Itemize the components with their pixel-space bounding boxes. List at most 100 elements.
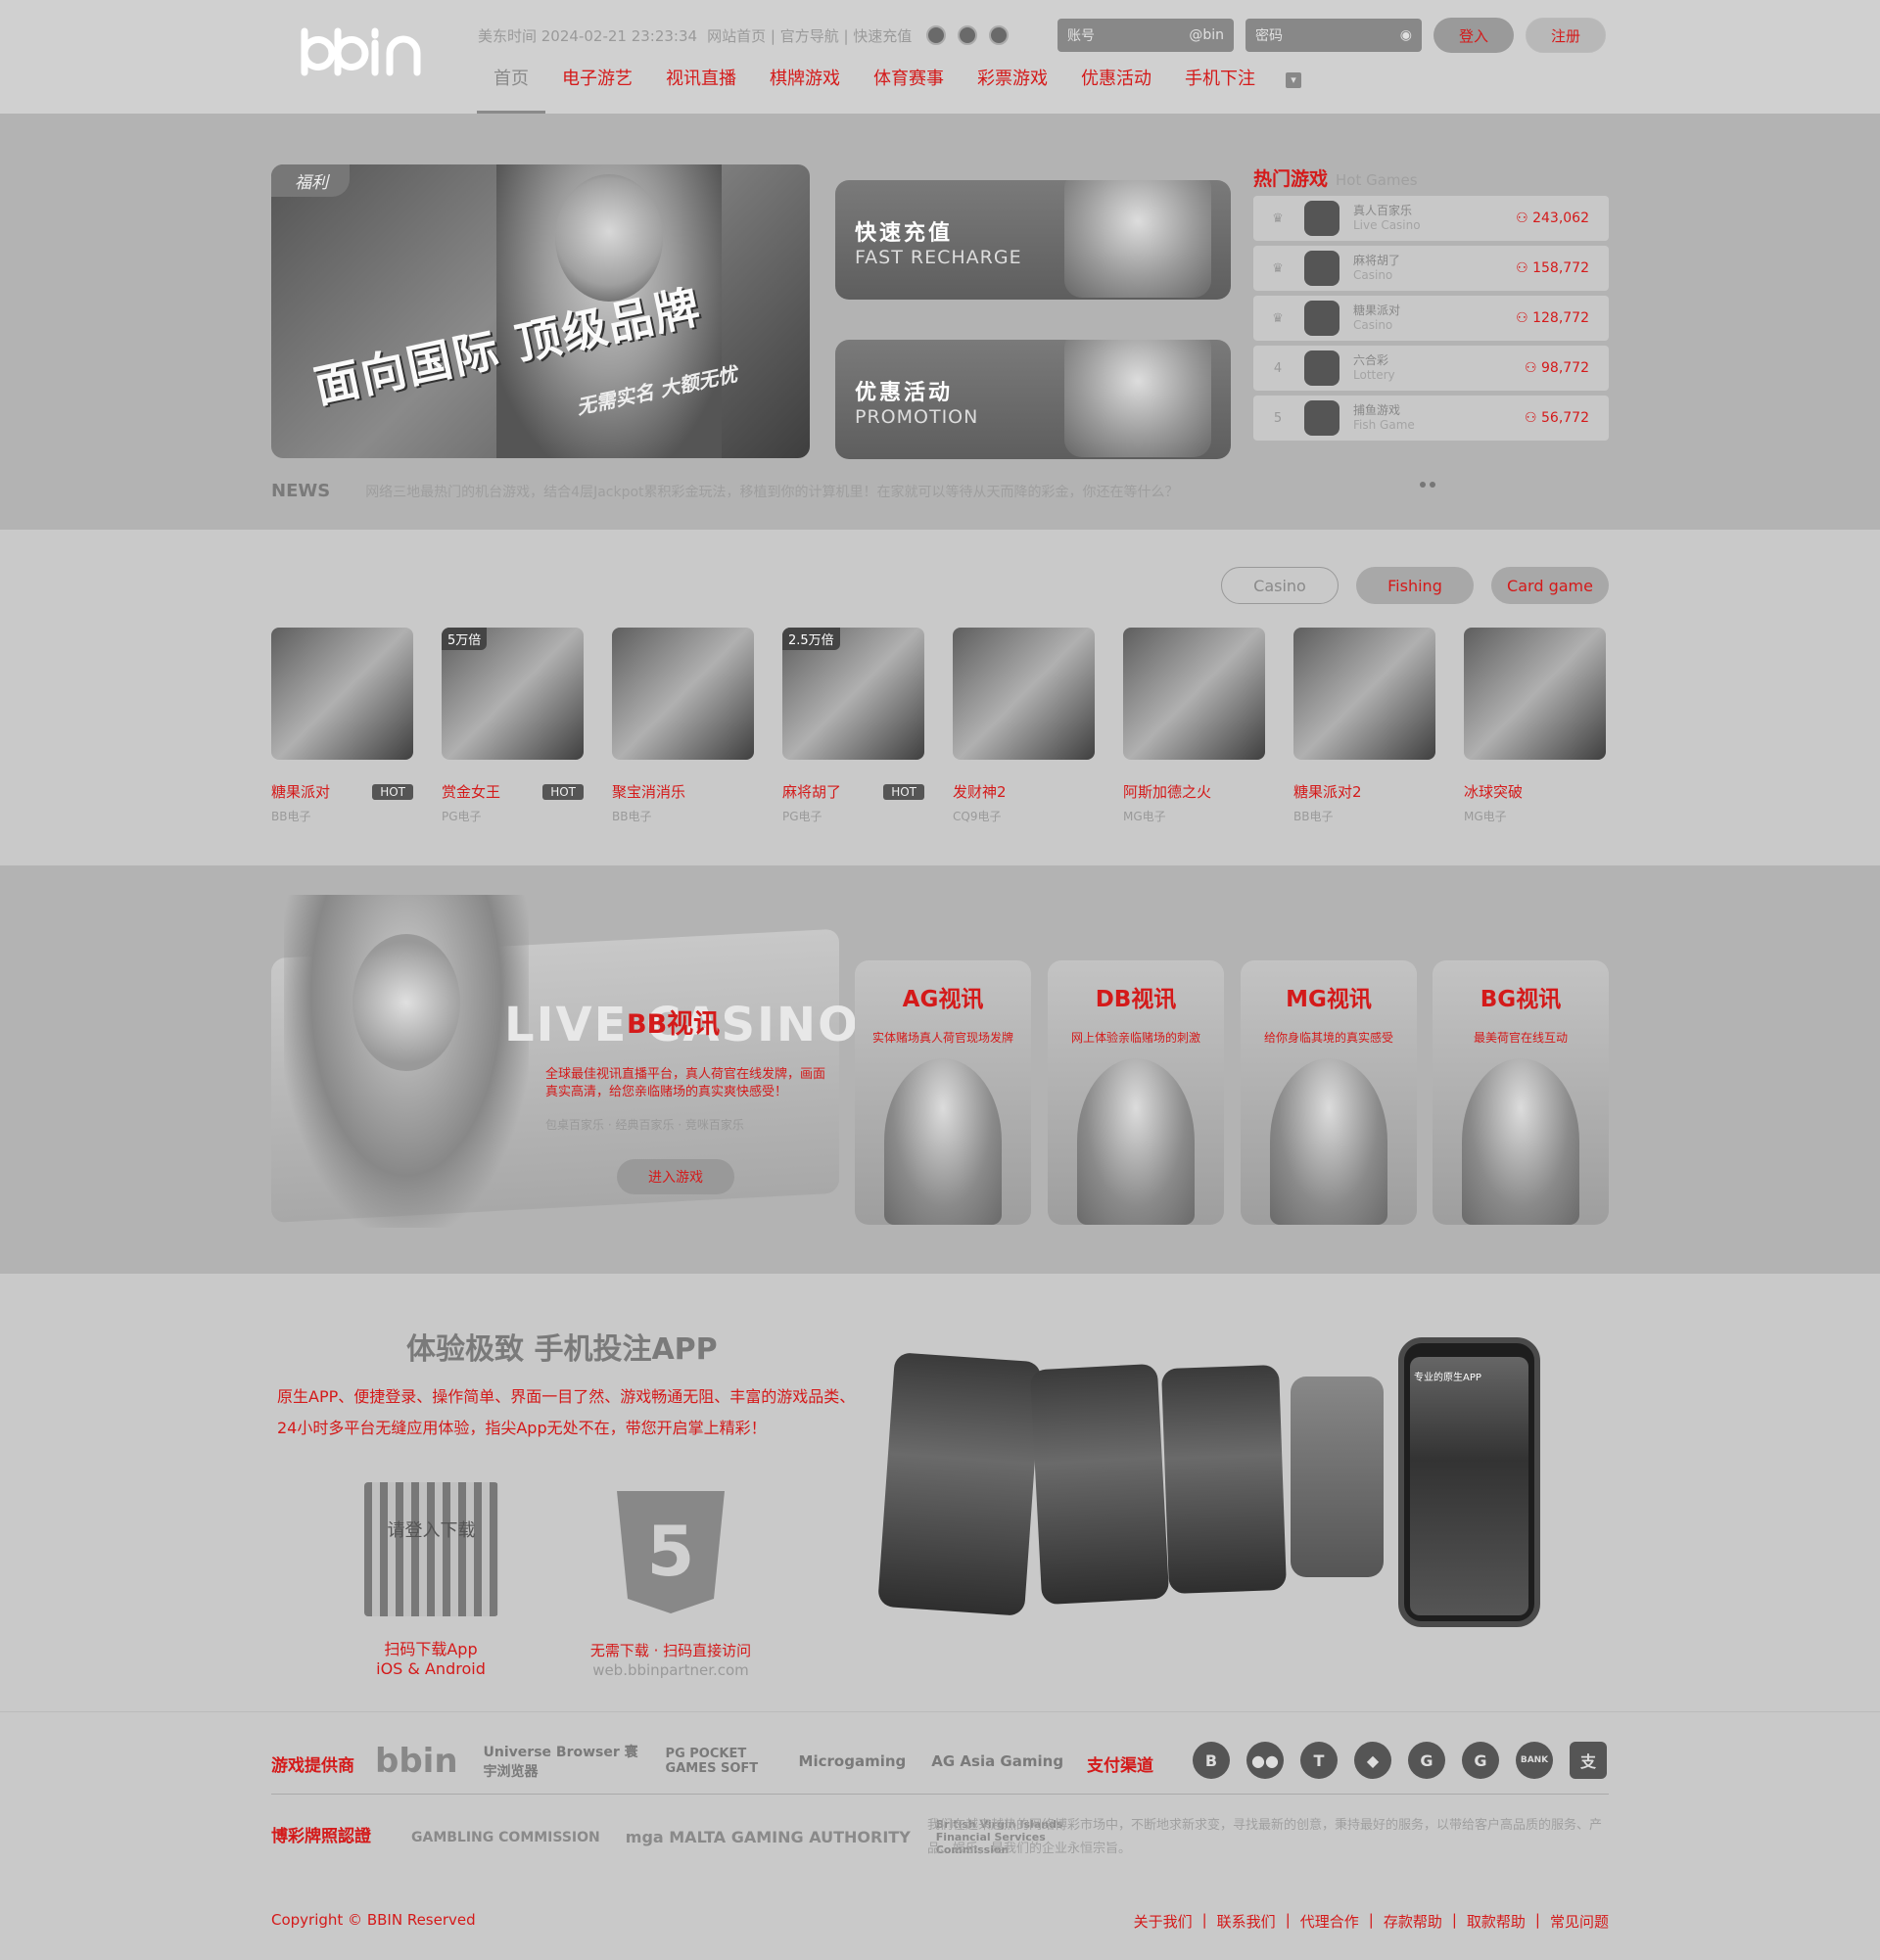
h5-url[interactable]: web.bbinpartner.com	[568, 1661, 774, 1679]
game-card[interactable]: 2.5万倍 麻将胡了 HOT PG电子	[782, 628, 924, 824]
phone-screen	[1410, 1357, 1528, 1615]
tab-casino[interactable]: Casino	[1221, 567, 1339, 604]
vendor-name: DB视讯	[1095, 987, 1177, 1012]
game-thumbnail[interactable]	[1123, 628, 1265, 760]
account-placeholder: 账号	[1067, 28, 1095, 44]
game-name[interactable]: 麻将胡了	[782, 781, 841, 802]
password-input[interactable]: 密码 ◉	[1246, 19, 1422, 52]
app-desc-line: 24小时多平台无缝应用体验，指尖App无处不在，带您开启掌上精彩！	[277, 1419, 767, 1437]
flag-us-icon[interactable]	[989, 25, 1009, 45]
game-name[interactable]: 赏金女王	[442, 781, 500, 802]
top-link-recharge[interactable]: 快速充值	[853, 27, 912, 45]
vendor-card-mg[interactable]: MG视讯 给你身临其境的真实感受	[1241, 960, 1417, 1225]
card-subtitle: FAST RECHARGE	[855, 247, 1022, 268]
main-banner[interactable]: 福利 面向国际 顶级品牌 无需实名 大额无忧	[271, 164, 810, 458]
gift-box-icon	[1064, 340, 1211, 457]
provider-logo-microgaming: Microgaming	[798, 1752, 907, 1770]
bb-live-sub: 包桌百家乐 · 经典百家乐 · 竞咪百家乐	[545, 1118, 744, 1132]
game-card[interactable]: 聚宝消消乐 BB电子	[612, 628, 754, 824]
game-thumbnail[interactable]	[953, 628, 1095, 760]
multiplier-badge: 2.5万倍	[782, 628, 840, 650]
game-card[interactable]: 5万倍 赏金女王 HOT PG电子	[442, 628, 584, 824]
vendor-card-db[interactable]: DB视讯 网上体验亲临赌场的刺激	[1048, 960, 1224, 1225]
game-icon	[1304, 201, 1340, 236]
game-thumbnail[interactable]	[1464, 628, 1606, 760]
vendor-desc: 最美荷官在线互动	[1473, 1031, 1568, 1045]
hot-game-name: 捕鱼游戏	[1353, 403, 1401, 417]
footer-link-contact[interactable]: 联系我们	[1217, 1911, 1276, 1932]
footer-link-about[interactable]: 关于我们	[1134, 1911, 1193, 1932]
top-link-home[interactable]: 网站首页	[707, 27, 766, 45]
game-thumbnail[interactable]	[271, 628, 413, 760]
license-gambling-commission: GAMBLING COMMISSION	[411, 1829, 600, 1845]
nav-slots[interactable]: 电子游艺	[545, 61, 649, 114]
eye-icon[interactable]: ◉	[1400, 27, 1412, 43]
card-title: 快速充值	[855, 221, 954, 246]
enter-game-button[interactable]: 进入游戏	[617, 1159, 734, 1194]
game-thumbnail[interactable]	[1293, 628, 1435, 760]
tab-card-game[interactable]: Card game	[1491, 567, 1609, 604]
flag-hk-icon[interactable]	[958, 25, 977, 45]
hot-game-row[interactable]: 4 六合彩 Lottery ⚇ 98,772	[1253, 346, 1609, 391]
fast-recharge-card[interactable]: 快速充值 FAST RECHARGE	[835, 180, 1231, 300]
game-card[interactable]: 发财神2 CQ9电子	[953, 628, 1095, 824]
hot-game-row[interactable]: ♛ 麻将胡了 Casino ⚇ 158,772	[1253, 246, 1609, 291]
hot-game-row[interactable]: 5 捕鱼游戏 Fish Game ⚇ 56,772	[1253, 396, 1609, 441]
promotion-card[interactable]: 优惠活动 PROMOTION	[835, 340, 1231, 459]
multiplier-badge: 5万倍	[442, 628, 488, 650]
qr-overlay-text[interactable]: 请登入下载	[364, 1517, 498, 1542]
about-text: 我们在越来越热的网络博彩市场中，不断地求新求变，寻找最新的创意，秉持最好的服务，…	[927, 1818, 1603, 1856]
game-name[interactable]: 阿斯加德之火	[1123, 781, 1211, 802]
game-tabs: Casino Fishing Card game	[1221, 567, 1609, 604]
hot-game-row[interactable]: ♛ 真人百家乐 Live Casino ⚇ 243,062	[1253, 196, 1609, 241]
game-thumbnail[interactable]: 5万倍	[442, 628, 584, 760]
footer-link-deposit[interactable]: 存款帮助	[1384, 1911, 1442, 1932]
game-provider: BB电子	[1293, 810, 1334, 823]
game-name[interactable]: 发财神2	[953, 781, 1007, 802]
vendor-card-bg[interactable]: BG视讯 最美荷官在线互动	[1433, 960, 1609, 1225]
game-card[interactable]: 冰球突破 MG电子	[1464, 628, 1606, 824]
hot-game-info: 麻将胡了 Casino	[1353, 254, 1400, 283]
register-button[interactable]: 注册	[1526, 18, 1606, 53]
safe-icon	[1064, 180, 1211, 298]
nav-cards[interactable]: 棋牌游戏	[753, 61, 857, 114]
game-title-row: 麻将胡了 HOT	[782, 781, 924, 802]
provider-logo-ag: AG Asia Gaming	[931, 1752, 1064, 1770]
account-input[interactable]: 账号 @bin	[1058, 19, 1234, 52]
chevron-down-icon[interactable]: ▾	[1286, 72, 1301, 88]
bb-live-title: BB视讯	[627, 1009, 721, 1040]
nav-promo[interactable]: 优惠活动	[1064, 61, 1168, 114]
qr-label-line: 扫码下载App	[384, 1640, 478, 1658]
game-name[interactable]: 冰球突破	[1464, 781, 1523, 802]
app-description: 原生APP、便捷登录、操作简单、界面一目了然、游戏畅通无阻、丰富的游戏品类、 2…	[277, 1381, 865, 1444]
footer-link-agent[interactable]: 代理合作	[1300, 1911, 1359, 1932]
game-name[interactable]: 糖果派对	[271, 781, 330, 802]
vendor-card-ag[interactable]: AG视讯 实体赌场真人荷官现场发牌	[855, 960, 1031, 1225]
nav-home[interactable]: 首页	[477, 61, 545, 114]
hot-game-row[interactable]: ♛ 糖果派对 Casino ⚇ 128,772	[1253, 296, 1609, 341]
game-card[interactable]: 糖果派对 HOT BB电子	[271, 628, 413, 824]
nav-sports[interactable]: 体育赛事	[857, 61, 961, 114]
bitcoin-icon: B	[1193, 1742, 1230, 1779]
carousel-dot[interactable]	[1420, 482, 1426, 488]
link-separator: |	[1368, 1911, 1374, 1929]
carousel-dot[interactable]	[1430, 482, 1435, 488]
nav-live[interactable]: 视讯直播	[649, 61, 753, 114]
provider-logo-bbin: bbin	[375, 1742, 458, 1781]
game-name[interactable]: 聚宝消消乐	[612, 781, 685, 802]
bbin-logo[interactable]	[297, 23, 440, 86]
nav-lottery[interactable]: 彩票游戏	[961, 61, 1064, 114]
footer-link-faq[interactable]: 常见问题	[1550, 1911, 1609, 1932]
news-text[interactable]: 网络三地最热门的机台游戏，结合4层Jackpot累积彩金玩法，移植到你的计算机里…	[365, 482, 1178, 501]
top-link-nav[interactable]: 官方导航	[780, 27, 839, 45]
game-thumbnail[interactable]: 2.5万倍	[782, 628, 924, 760]
game-card[interactable]: 阿斯加德之火 MG电子	[1123, 628, 1265, 824]
game-thumbnail[interactable]	[612, 628, 754, 760]
footer-link-withdraw[interactable]: 取款帮助	[1467, 1911, 1526, 1932]
nav-mobile[interactable]: 手机下注	[1168, 61, 1272, 114]
flag-cn-icon[interactable]	[926, 25, 946, 45]
game-card[interactable]: 糖果派对2 BB电子	[1293, 628, 1435, 824]
login-button[interactable]: 登入	[1434, 18, 1514, 53]
game-name[interactable]: 糖果派对2	[1293, 781, 1362, 802]
tab-fishing[interactable]: Fishing	[1356, 567, 1474, 604]
